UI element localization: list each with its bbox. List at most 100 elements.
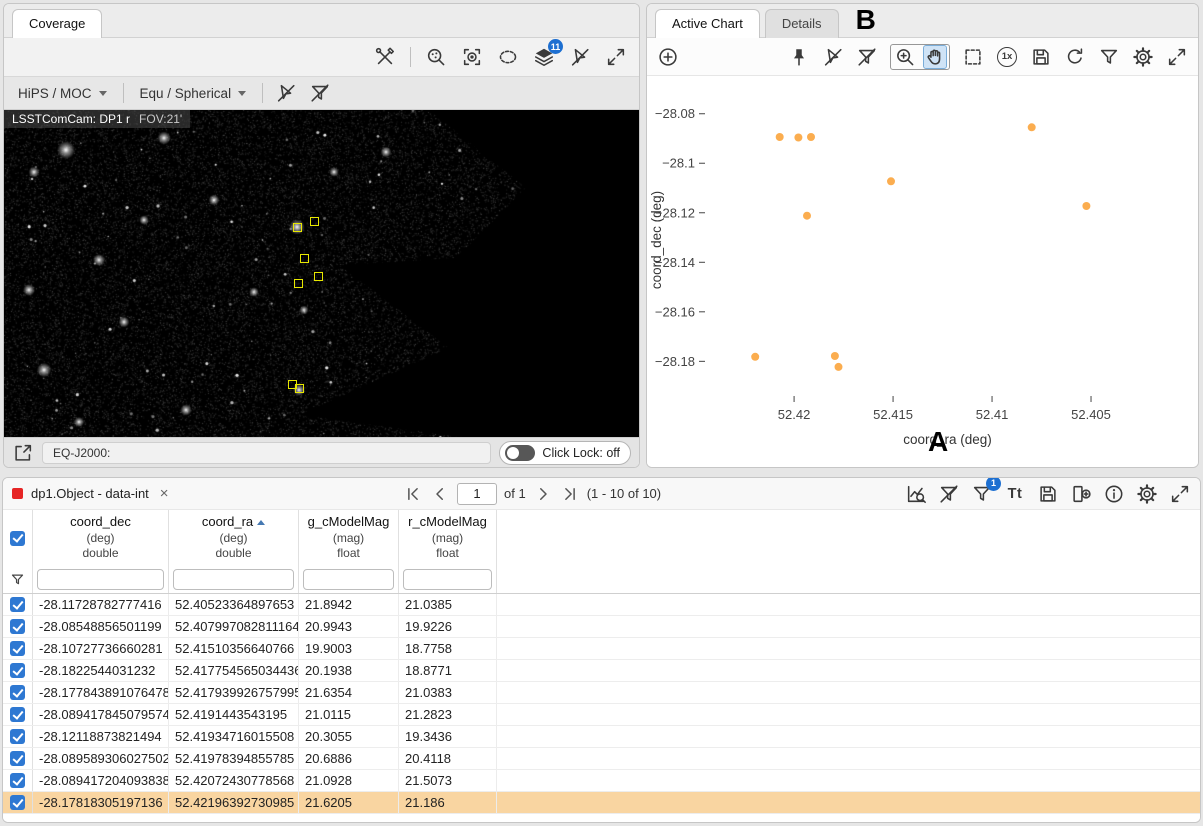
column-header-coord_ra[interactable]: coord_ra (deg) double [169, 510, 299, 566]
popout-icon[interactable] [12, 442, 34, 464]
page-number-input[interactable] [457, 483, 497, 505]
column-filter-input-coord_ra[interactable] [173, 569, 294, 590]
save-icon[interactable] [1030, 46, 1052, 68]
table-row[interactable]: -28.08548856501199 52.407997082811164 20.9… [3, 616, 1200, 638]
scatter-point[interactable] [1082, 202, 1090, 210]
column-header-g_cModelMag[interactable]: g_cModelMag (mag) float [299, 510, 399, 566]
add-column-icon[interactable] [1070, 483, 1092, 505]
next-page-icon[interactable] [533, 484, 553, 504]
source-marker[interactable] [310, 217, 319, 226]
chart-view-icon[interactable] [905, 483, 927, 505]
first-page-icon[interactable] [403, 484, 423, 504]
row-checkbox[interactable] [10, 707, 25, 722]
scatter-chart[interactable]: 52.42 52.415 52.41 52.405−28.08−28.1−28.12−… [647, 76, 1196, 458]
pan-hand-icon[interactable] [924, 46, 946, 68]
tools-icon[interactable] [374, 46, 396, 68]
table-row[interactable]: -28.1822544031232 52.417754565034436 20.19… [3, 660, 1200, 682]
scatter-point[interactable] [831, 352, 839, 360]
info-icon[interactable] [1103, 483, 1125, 505]
color-select-icon[interactable] [425, 46, 447, 68]
expand-icon[interactable] [1166, 46, 1188, 68]
toggle-switch-icon[interactable] [505, 445, 535, 461]
row-checkbox[interactable] [10, 795, 25, 810]
projection-dropdown[interactable]: Equ / Spherical [136, 82, 251, 105]
select-all-checkbox[interactable] [10, 531, 25, 546]
gear-icon[interactable] [1132, 46, 1154, 68]
row-checkbox[interactable] [10, 773, 25, 788]
table-row[interactable]: -28.089417845079574 52.4191443543195 21.01… [3, 704, 1200, 726]
column-filter-input-g_cModelMag[interactable] [303, 569, 394, 590]
scatter-point[interactable] [887, 177, 895, 185]
clear-filter-icon[interactable] [309, 82, 331, 104]
scatter-point[interactable] [807, 133, 815, 141]
clear-filter-icon[interactable] [938, 483, 960, 505]
click-lock-toggle[interactable]: Click Lock: off [499, 441, 631, 465]
source-marker[interactable] [314, 272, 323, 281]
unselect-icon[interactable] [569, 46, 591, 68]
cell-coord_ra: 52.417754565034436 [169, 660, 299, 681]
last-page-icon[interactable] [560, 484, 580, 504]
gear-icon[interactable] [1136, 483, 1158, 505]
image-fov: FOV:21' [139, 112, 182, 126]
tab-details[interactable]: Details [765, 9, 839, 38]
row-checkbox[interactable] [10, 597, 25, 612]
tab-coverage[interactable]: Coverage [12, 9, 102, 38]
prev-page-icon[interactable] [430, 484, 450, 504]
close-icon[interactable]: × [160, 486, 169, 501]
expand-icon[interactable] [605, 46, 627, 68]
text-view-icon[interactable]: Tt [1004, 483, 1026, 505]
column-header-r_cModelMag[interactable]: r_cModelMag (mag) float [399, 510, 497, 566]
row-checkbox[interactable] [10, 619, 25, 634]
save-icon[interactable] [1037, 483, 1059, 505]
column-filter-input-coord_dec[interactable] [37, 569, 164, 590]
scatter-point[interactable] [751, 353, 759, 361]
pin-icon[interactable] [788, 46, 810, 68]
table-row[interactable]: -28.17818305197136 52.42196392730985 21.62… [3, 792, 1200, 814]
column-filter-input-r_cModelMag[interactable] [403, 569, 492, 590]
filter-icon[interactable] [1098, 46, 1120, 68]
ellipse-select-icon[interactable] [497, 46, 519, 68]
sky-image-viewer[interactable]: LSSTComCam: DP1 r FOV:21' [4, 110, 639, 437]
filter-filler [497, 566, 1200, 593]
refresh-icon[interactable] [1064, 46, 1086, 68]
box-select-icon[interactable] [962, 46, 984, 68]
scatter-point[interactable] [1028, 123, 1036, 131]
zoom-reset-icon[interactable]: 1x [996, 46, 1018, 68]
row-checkbox[interactable] [10, 685, 25, 700]
layers-icon[interactable]: 11 [533, 46, 555, 68]
tab-active-chart[interactable]: Active Chart [655, 9, 760, 38]
source-marker[interactable] [300, 254, 309, 263]
add-chart-icon[interactable] [657, 46, 679, 68]
cell-r_cModelMag: 19.9226 [399, 616, 497, 637]
scatter-point[interactable] [803, 212, 811, 220]
table-row[interactable]: -28.177843891076478 52.417939926757995 21.… [3, 682, 1200, 704]
source-marker[interactable] [294, 279, 303, 288]
scatter-point[interactable] [835, 363, 843, 371]
row-checkbox[interactable] [10, 663, 25, 678]
table-row[interactable]: -28.089589306027502 52.41978394855785 20.6… [3, 748, 1200, 770]
table-row[interactable]: -28.10727736660281 52.41510356640766 19.90… [3, 638, 1200, 660]
source-marker[interactable] [295, 384, 304, 393]
expand-icon[interactable] [1169, 483, 1191, 505]
column-header-coord_dec[interactable]: coord_dec (deg) double [33, 510, 169, 566]
hips-moc-dropdown[interactable]: HiPS / MOC [14, 82, 111, 105]
recenter-target-icon[interactable] [461, 46, 483, 68]
scatter-point[interactable] [776, 133, 784, 141]
scatter-point[interactable] [794, 134, 802, 142]
table-row[interactable]: -28.12118873821494 52.41934716015508 20.30… [3, 726, 1200, 748]
source-marker[interactable] [293, 223, 302, 232]
table-row[interactable]: -28.089417204093838 52.42072430778568 21.0… [3, 770, 1200, 792]
unselect-icon[interactable] [822, 46, 844, 68]
filter-cell-g_cModelMag [299, 566, 399, 593]
filter-funnel-icon[interactable] [3, 566, 33, 593]
filter-icon[interactable]: 1 [971, 483, 993, 505]
unselect-icon[interactable] [275, 82, 297, 104]
row-checkbox[interactable] [10, 751, 25, 766]
row-checkbox[interactable] [10, 641, 25, 656]
table-row[interactable]: -28.11728782777416 52.40523364897653 21.89… [3, 594, 1200, 616]
chart-plot-area[interactable]: 52.42 52.415 52.41 52.405 −28.08 −28.1 −28.12−… [647, 76, 1198, 467]
zoom-in-icon[interactable] [894, 46, 916, 68]
clear-filter-icon[interactable] [856, 46, 878, 68]
cell-coord_dec: -28.12118873821494 [33, 726, 169, 747]
row-checkbox[interactable] [10, 729, 25, 744]
